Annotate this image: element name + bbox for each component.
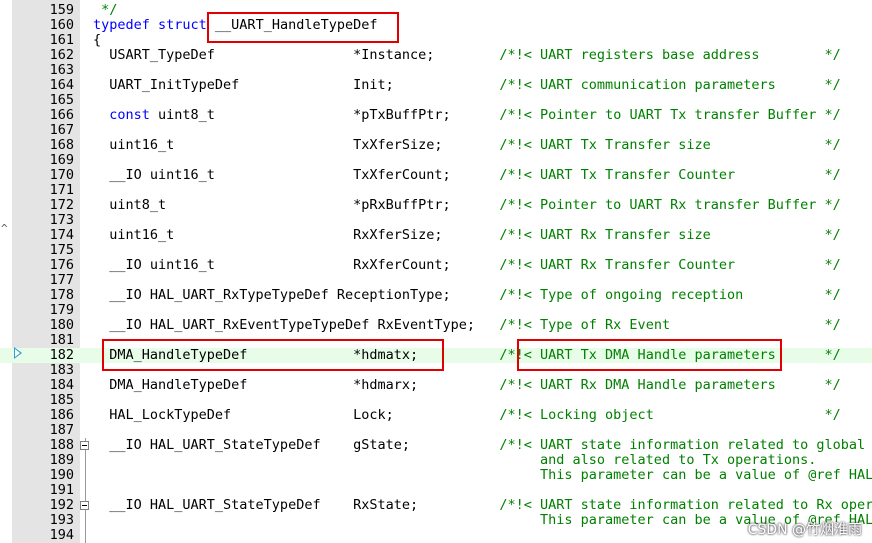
code-line-168[interactable]: 168 uint16_t TxXferSize; /*!< UART Tx Tr… [0, 138, 872, 153]
line-number: 190 [49, 467, 74, 483]
line-number: 180 [49, 317, 74, 333]
line-number: 170 [49, 167, 74, 183]
line-number: 165 [49, 92, 74, 108]
line-number: 186 [49, 407, 74, 423]
code-line-194[interactable]: 194 [0, 528, 872, 543]
code-text: UART_InitTypeDef Init; /*!< UART communi… [93, 77, 841, 93]
code-line-163[interactable]: 163 [0, 63, 872, 78]
line-number: 173 [49, 212, 74, 228]
code-line-165[interactable]: 165 [0, 93, 872, 108]
code-line-176[interactable]: 176 __IO uint16_t RxXferCount; /*!< UART… [0, 258, 872, 273]
code-text: __IO HAL_UART_StateTypeDef gState; /*!< … [93, 437, 872, 453]
code-line-160[interactable]: 160 typedef struct __UART_HandleTypeDef [0, 18, 872, 33]
line-number: 167 [49, 122, 74, 138]
line-number: 177 [49, 272, 74, 288]
code-line-186[interactable]: 186 HAL_LockTypeDef Lock; /*!< Locking o… [0, 408, 872, 423]
code-text: __IO HAL_UART_RxTypeTypeDef ReceptionTyp… [93, 287, 841, 303]
line-number: 166 [49, 107, 74, 123]
line-number: 184 [49, 377, 74, 393]
line-number: 187 [49, 422, 74, 438]
code-line-171[interactable]: 171 [0, 183, 872, 198]
code-line-178[interactable]: 178 __IO HAL_UART_RxTypeTypeDef Receptio… [0, 288, 872, 303]
line-number: 179 [49, 302, 74, 318]
code-line-185[interactable]: 185 [0, 393, 872, 408]
code-line-159[interactable]: 159 */ [0, 3, 872, 18]
code-line-193[interactable]: 193 This parameter can be a value of @re… [0, 513, 872, 528]
code-text: uint16_t TxXferSize; /*!< UART Tx Transf… [93, 137, 841, 153]
code-line-189[interactable]: 189 and also related to Tx operations. [0, 453, 872, 468]
code-line-169[interactable]: 169 [0, 153, 872, 168]
code-text: HAL_LockTypeDef Lock; /*!< Locking objec… [93, 407, 841, 423]
annotation-box-struct-name [207, 12, 399, 43]
line-number: 192 [49, 497, 74, 513]
code-text: uint16_t RxXferSize; /*!< UART Rx Transf… [93, 227, 841, 243]
line-number: 178 [49, 287, 74, 303]
code-text: __IO HAL_UART_RxEventTypeTypeDef RxEvent… [93, 317, 841, 333]
code-text: { [93, 32, 102, 48]
code-text: and also related to Tx operations. [93, 452, 817, 468]
line-number: 185 [49, 392, 74, 408]
annotation-box-hdmatx-comment [517, 339, 782, 371]
code-text: uint8_t *pRxBuffPtr; /*!< Pointer to UAR… [93, 197, 841, 213]
code-line-162[interactable]: 162 USART_TypeDef *Instance; /*!< UART r… [0, 48, 872, 63]
line-number: 164 [49, 77, 74, 93]
fold-toggle-icon[interactable] [80, 441, 89, 450]
code-line-166[interactable]: 166 const uint8_t *pTxBuffPtr; /*!< Poin… [0, 108, 872, 123]
line-number: 161 [49, 32, 74, 48]
edge-mark: ^ [1, 222, 8, 235]
code-text: __IO uint16_t RxXferCount; /*!< UART Rx … [93, 257, 841, 273]
current-line-arrow-icon [14, 347, 22, 359]
code-text: DMA_HandleTypeDef *hdmarx; /*!< UART Rx … [93, 377, 841, 393]
watermark: CSDN @竹烟淮雨 [747, 522, 862, 538]
code-text: This parameter can be a value of @ref HA… [93, 467, 872, 483]
line-number: 163 [49, 62, 74, 78]
line-number: 194 [49, 527, 74, 543]
line-number: 160 [49, 17, 74, 33]
annotation-box-hdmatx-field [102, 339, 444, 371]
line-number: 183 [49, 362, 74, 378]
code-line-170[interactable]: 170 __IO uint16_t TxXferCount; /*!< UART… [0, 168, 872, 183]
line-number: 169 [49, 152, 74, 168]
code-text: const uint8_t *pTxBuffPtr; /*!< Pointer … [109, 107, 841, 123]
code-line-191[interactable]: 191 [0, 483, 872, 498]
code-line-174[interactable]: 174 uint16_t RxXferSize; /*!< UART Rx Tr… [0, 228, 872, 243]
code-line-164[interactable]: 164 UART_InitTypeDef Init; /*!< UART com… [0, 78, 872, 93]
code-line-180[interactable]: 180 __IO HAL_UART_RxEventTypeTypeDef RxE… [0, 318, 872, 333]
fold-toggle-icon[interactable] [80, 501, 89, 510]
code-text: __IO uint16_t TxXferCount; /*!< UART Tx … [93, 167, 841, 183]
code-line-192[interactable]: 192 __IO HAL_UART_StateTypeDef RxState; … [0, 498, 872, 513]
code-text: __IO HAL_UART_StateTypeDef RxState; /*!<… [93, 497, 872, 513]
code-text: USART_TypeDef *Instance; /*!< UART regis… [93, 47, 841, 63]
line-number: 172 [49, 197, 74, 213]
code-line-188[interactable]: 188 __IO HAL_UART_StateTypeDef gState; /… [0, 438, 872, 453]
code-line-175[interactable]: 175 [0, 243, 872, 258]
line-number: 174 [49, 227, 74, 243]
code-line-167[interactable]: 167 [0, 123, 872, 138]
code-line-173[interactable]: 173 [0, 213, 872, 228]
code-line-161[interactable]: 161 { [0, 33, 872, 48]
line-number: 159 [49, 2, 74, 18]
code-line-184[interactable]: 184 DMA_HandleTypeDef *hdmarx; /*!< UART… [0, 378, 872, 393]
line-number: 189 [49, 452, 74, 468]
line-number: 175 [49, 242, 74, 258]
code-line-172[interactable]: 172 uint8_t *pRxBuffPtr; /*!< Pointer to… [0, 198, 872, 213]
line-number: 181 [49, 332, 74, 348]
line-number: 176 [49, 257, 74, 273]
code-line-177[interactable]: 177 [0, 273, 872, 288]
code-line-187[interactable]: 187 [0, 423, 872, 438]
line-number: 191 [49, 482, 74, 498]
code-text: */ [93, 2, 118, 18]
code-line-179[interactable]: 179 [0, 303, 872, 318]
code-editor[interactable]: 159 */160 typedef struct __UART_HandleTyp… [0, 0, 872, 543]
line-number: 193 [49, 512, 74, 528]
line-number: 188 [49, 437, 74, 453]
line-number: 162 [49, 47, 74, 63]
line-number: 168 [49, 137, 74, 153]
line-number: 171 [49, 182, 74, 198]
code-line-190[interactable]: 190 This parameter can be a value of @re… [0, 468, 872, 483]
